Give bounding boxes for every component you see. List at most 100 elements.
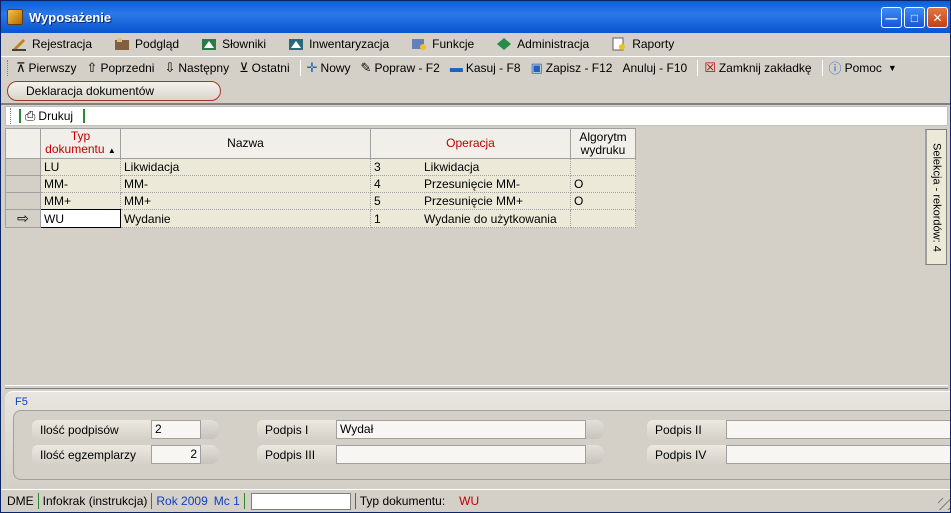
- cancel-label: Anuluj - F10: [622, 60, 688, 75]
- cell-nazwa[interactable]: MM-: [120, 175, 371, 193]
- menu-raporty[interactable]: Raporty: [611, 37, 674, 51]
- close-tab-button[interactable]: ☒ Zamknij zakładkę: [704, 60, 811, 76]
- main-toolbar: ⊼ Pierwszy ⇧ Poprzedni ⇩ Następny ⊻ Ostatni …: [1, 56, 950, 78]
- cell-typ[interactable]: MM+: [40, 192, 121, 210]
- menu-inwentaryzacja[interactable]: Inwentaryzacja: [288, 37, 389, 51]
- last-label: Ostatni: [251, 60, 290, 75]
- field-cap: [586, 420, 604, 439]
- cell-typ[interactable]: LU: [40, 158, 121, 176]
- cell-nazwa[interactable]: Wydanie: [120, 209, 371, 228]
- table-row[interactable]: MM- MM- 4 Przesunięcie MM- O: [5, 175, 636, 193]
- menu-podglad[interactable]: Podgląd: [114, 37, 179, 51]
- title-bar[interactable]: Wyposażenie — □ ✕: [1, 1, 950, 33]
- row-indicator[interactable]: [5, 175, 41, 193]
- cell-typ[interactable]: MM-: [40, 175, 121, 193]
- prev-record-button[interactable]: ⇧ Poprzedni: [87, 60, 155, 76]
- resize-grip[interactable]: [938, 498, 950, 510]
- cell-algorytm[interactable]: O: [570, 192, 636, 210]
- cell-operacja[interactable]: 4 Przesunięcie MM-: [370, 175, 571, 193]
- maximize-button[interactable]: □: [904, 7, 925, 28]
- edit-button[interactable]: ✎ Popraw - F2: [361, 60, 440, 76]
- status-separator: [37, 493, 39, 509]
- table-row-current[interactable]: ⇨ WU Wydanie 1 Wydanie do użytkowania: [5, 209, 636, 228]
- column-header-typ[interactable]: Typ dokumentu ▲: [40, 128, 121, 159]
- preview-icon: [115, 38, 130, 50]
- row-indicator[interactable]: ⇨: [5, 209, 41, 228]
- print-label: Drukuj: [38, 109, 74, 123]
- cell-nazwa[interactable]: MM+: [120, 192, 371, 210]
- podpis3-field[interactable]: [336, 445, 586, 464]
- selection-label: Selekcja - rekordów: 4: [930, 142, 943, 252]
- operation-number: 3: [374, 160, 381, 174]
- toolbar-separator: [697, 59, 699, 76]
- operation-number: 4: [374, 177, 381, 191]
- podpis2-label: Podpis II: [647, 420, 731, 440]
- column-header-algorytm[interactable]: Algorytm wydruku: [570, 128, 636, 159]
- status-doc-type-label: Typ dokumentu:: [359, 494, 446, 508]
- next-label: Następny: [178, 60, 230, 75]
- document-grid-area: Typ dokumentu ▲ Nazwa Operacja Algorytm …: [5, 128, 924, 383]
- delete-button[interactable]: ▬ Kasuj - F8: [450, 60, 521, 75]
- ilosc-podpisow-field[interactable]: 2: [151, 420, 201, 439]
- operation-name: Przesunięcie MM-: [424, 177, 521, 191]
- print-button[interactable]: ⎙ Drukuj: [25, 108, 73, 124]
- cell-operacja[interactable]: 3 Likwidacja: [370, 158, 571, 176]
- close-button[interactable]: ✕: [927, 7, 948, 28]
- field-cap: [201, 445, 219, 464]
- cancel-button[interactable]: Anuluj - F10: [622, 61, 687, 75]
- menu-label: Inwentaryzacja: [309, 37, 390, 51]
- podpis4-field[interactable]: [726, 445, 950, 464]
- cell-algorytm[interactable]: [570, 209, 636, 228]
- first-record-button[interactable]: ⊼ Pierwszy: [16, 60, 77, 76]
- podpis1-label: Podpis I: [257, 420, 341, 440]
- toolbar-grip[interactable]: [7, 59, 10, 76]
- current-row-arrow-icon: ⇨: [17, 210, 29, 226]
- ilosc-egzemplarzy-field[interactable]: 2: [151, 445, 201, 464]
- toolbar-grip[interactable]: [10, 108, 13, 124]
- panel-splitter[interactable]: [5, 385, 948, 389]
- selection-side-tab[interactable]: Selekcja - rekordów: 4: [925, 129, 947, 265]
- tab-deklaracja-dokumentow[interactable]: Deklaracja dokumentów: [7, 81, 221, 101]
- help-label: Pomoc: [844, 60, 882, 75]
- menu-label: Rejestracja: [32, 37, 93, 51]
- podpis2-field[interactable]: [726, 420, 950, 439]
- menu-slowniki[interactable]: Słowniki: [201, 37, 266, 51]
- sub-toolbar: ⎙ Drukuj: [5, 106, 948, 126]
- table-row[interactable]: MM+ MM+ 5 Przesunięcie MM+ O: [5, 192, 636, 210]
- column-header-nazwa[interactable]: Nazwa: [120, 128, 371, 159]
- reports-icon: [612, 37, 626, 51]
- detail-fields: Ilość podpisów 2 Ilość egzemplarzy 2 Pod…: [13, 410, 950, 480]
- save-icon: ▣: [530, 59, 543, 75]
- minimize-button[interactable]: —: [881, 7, 902, 28]
- row-indicator[interactable]: [5, 158, 41, 176]
- help-button[interactable]: ⓘ Pomoc ▼: [829, 58, 897, 77]
- next-record-button[interactable]: ⇩ Następny: [164, 60, 229, 76]
- save-button[interactable]: ▣ Zapisz - F12: [531, 60, 613, 76]
- cell-nazwa[interactable]: Likwidacja: [120, 158, 371, 176]
- cell-algorytm[interactable]: O: [570, 175, 636, 193]
- status-db: DME: [7, 494, 34, 508]
- status-input[interactable]: [250, 492, 351, 510]
- menu-administracja[interactable]: Administracja: [496, 37, 589, 51]
- row-indicator[interactable]: [5, 192, 41, 210]
- cell-operacja[interactable]: 1 Wydanie do użytkowania: [370, 209, 571, 228]
- last-record-button[interactable]: ⊻ Ostatni: [239, 60, 290, 76]
- ilosc-egzemplarzy-label: Ilość egzemplarzy: [32, 445, 160, 465]
- app-window: Wyposażenie — □ ✕ Rejestracja Podgląd Sł…: [0, 0, 951, 513]
- cell-algorytm[interactable]: [570, 158, 636, 176]
- menu-label: Raporty: [632, 37, 675, 51]
- cell-typ[interactable]: WU: [40, 209, 121, 228]
- ilosc-podpisow-label: Ilość podpisów: [32, 420, 160, 440]
- operation-number: 5: [374, 194, 381, 208]
- arrow-down-icon: ⇩: [164, 59, 176, 75]
- table-row[interactable]: LU Likwidacja 3 Likwidacja: [5, 158, 636, 176]
- chevron-down-icon: ▼: [887, 62, 897, 73]
- column-header-operacja[interactable]: Operacja: [370, 128, 571, 159]
- menu-funkcje[interactable]: Funkcje: [411, 37, 474, 51]
- detail-panel: F5 Ilość podpisów 2 Ilość egzemplarzy 2 …: [5, 391, 950, 486]
- cell-operacja[interactable]: 5 Przesunięcie MM+: [370, 192, 571, 210]
- new-button[interactable]: ✛ Nowy: [307, 60, 351, 76]
- podpis1-field[interactable]: Wydał: [336, 420, 586, 439]
- arrow-up-icon: ⇧: [86, 59, 98, 75]
- menu-rejestracja[interactable]: Rejestracja: [11, 37, 92, 51]
